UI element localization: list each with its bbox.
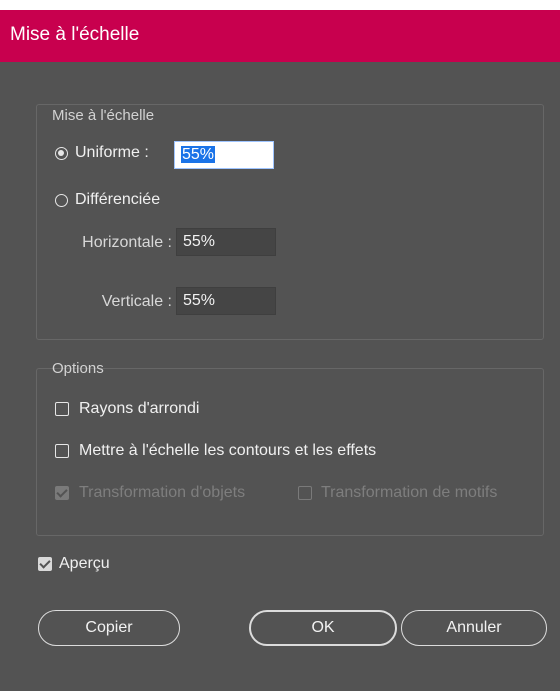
uniform-radio[interactable] bbox=[55, 146, 68, 160]
non-uniform-radio-row[interactable]: Différenciée bbox=[55, 191, 160, 209]
transform-patterns-label: Transformation de motifs bbox=[321, 484, 498, 501]
preview-checkbox[interactable] bbox=[38, 557, 52, 571]
uniform-radio-row[interactable]: Uniforme : bbox=[55, 144, 149, 162]
non-uniform-label: Différenciée bbox=[75, 191, 161, 208]
scale-dialog: Mise à l'échelle Mise à l'échelle Unifor… bbox=[0, 10, 560, 691]
options-group-label: Options bbox=[52, 360, 104, 377]
scale-strokes-checkbox[interactable] bbox=[55, 444, 69, 458]
uniform-scale-input[interactable]: 55% bbox=[174, 141, 274, 169]
uniform-label: Uniforme : bbox=[75, 144, 149, 161]
uniform-scale-value: 55% bbox=[181, 146, 216, 163]
transform-objects-label: Transformation d'objets bbox=[79, 484, 246, 501]
transform-objects-checkbox bbox=[55, 486, 69, 500]
cancel-button[interactable]: Annuler bbox=[401, 610, 547, 646]
vertical-label: Verticale : bbox=[101, 293, 172, 310]
preview-label: Aperçu bbox=[59, 555, 110, 572]
rounded-corners-row[interactable]: Rayons d'arrondi bbox=[55, 400, 199, 418]
transform-patterns-row: Transformation de motifs bbox=[298, 484, 497, 502]
scale-group-label: Mise à l'échelle bbox=[52, 107, 155, 124]
rounded-corners-checkbox[interactable] bbox=[55, 402, 69, 416]
ok-button[interactable]: OK bbox=[249, 610, 397, 646]
horizontal-scale-input[interactable]: 55% bbox=[176, 228, 276, 256]
vertical-scale-value: 55% bbox=[183, 292, 216, 309]
horizontal-scale-value: 55% bbox=[183, 233, 216, 250]
copy-button[interactable]: Copier bbox=[38, 610, 180, 646]
transform-patterns-checkbox bbox=[298, 486, 312, 500]
non-uniform-radio[interactable] bbox=[55, 193, 68, 207]
preview-row[interactable]: Aperçu bbox=[38, 555, 110, 573]
rounded-corners-label: Rayons d'arrondi bbox=[79, 400, 200, 417]
horizontal-label: Horizontale : bbox=[82, 234, 172, 251]
vertical-scale-input[interactable]: 55% bbox=[176, 287, 276, 315]
transform-objects-row: Transformation d'objets bbox=[55, 484, 245, 502]
dialog-title: Mise à l'échelle bbox=[10, 24, 140, 45]
title-bar: Mise à l'échelle bbox=[0, 10, 560, 62]
scale-strokes-row[interactable]: Mettre à l'échelle les contours et les e… bbox=[55, 442, 376, 460]
scale-strokes-label: Mettre à l'échelle les contours et les e… bbox=[79, 442, 377, 459]
